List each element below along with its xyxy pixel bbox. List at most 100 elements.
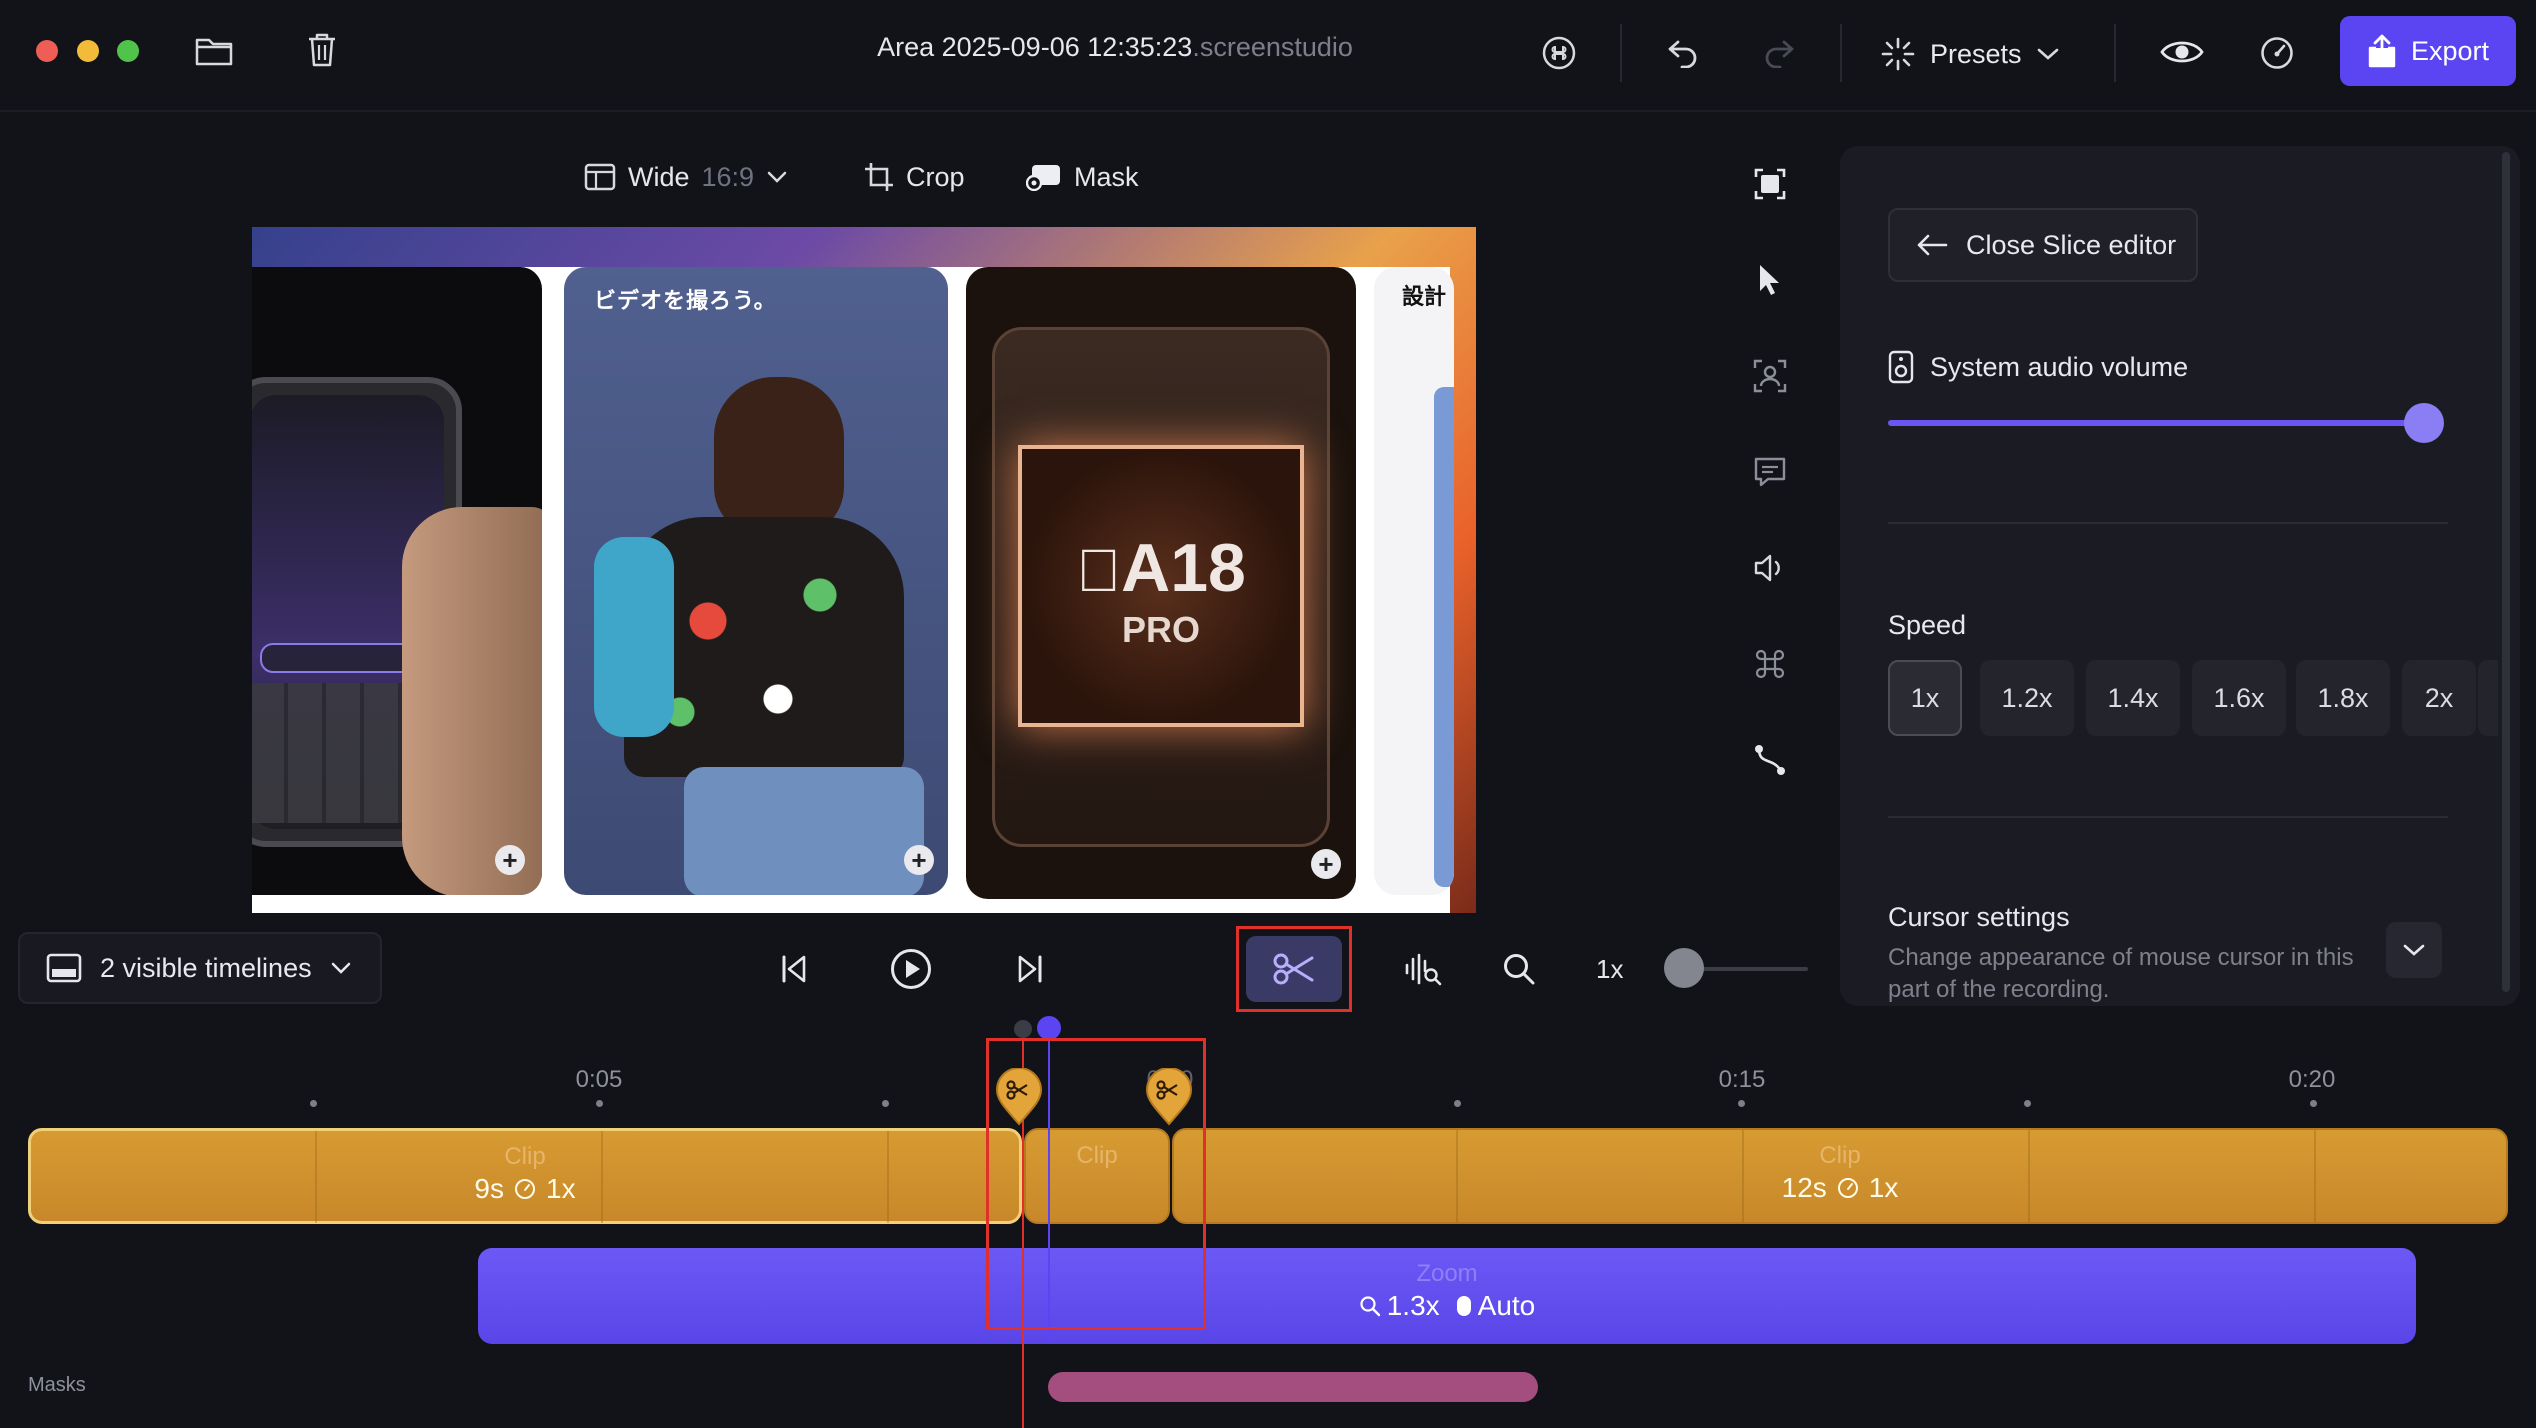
- audio-volume-track[interactable]: [1888, 420, 2424, 426]
- sparkle-icon: [1880, 36, 1916, 72]
- crop-icon: [864, 162, 894, 192]
- close-slice-label: Close Slice editor: [1966, 229, 2177, 260]
- preview-eye-icon[interactable]: [2156, 28, 2208, 76]
- chevron-down-icon: [766, 170, 788, 184]
- clip-label: Clip: [504, 1143, 546, 1170]
- export-label: Export: [2410, 35, 2490, 66]
- mask-label: Mask: [1074, 161, 1139, 192]
- mask-button[interactable]: Mask: [1026, 150, 1139, 204]
- highlight-box: [986, 1038, 1206, 1330]
- product-card-phone: +: [252, 267, 542, 895]
- redo-icon[interactable]: [1756, 30, 1802, 76]
- time-tick-label: 0:05: [575, 1066, 623, 1093]
- motion-path-icon[interactable]: [1748, 738, 1792, 782]
- cursor-settings-title: Cursor settings: [1888, 902, 2070, 932]
- audio-volume-fill: [1888, 420, 2424, 426]
- search-zoom-icon[interactable]: [1494, 944, 1544, 994]
- cursor-icon[interactable]: [1748, 258, 1792, 302]
- crop-label: Crop: [906, 161, 965, 192]
- layout-icon: [584, 163, 616, 191]
- clip-speed: 1x: [546, 1173, 576, 1204]
- clip-segment[interactable]: Clip 12s 1x: [1172, 1128, 2508, 1224]
- mask-segment[interactable]: [1048, 1372, 1538, 1402]
- tick-mark: [2024, 1100, 2031, 1107]
- highlight-box: [1236, 926, 1352, 1012]
- audio-volume-header: System audio volume: [1888, 350, 2188, 384]
- undo-icon[interactable]: [1660, 30, 1706, 76]
- zoom-mode: Auto: [1477, 1290, 1536, 1321]
- clip-segment[interactable]: Clip 9s 1x: [28, 1128, 1022, 1224]
- tick-mark: [882, 1100, 889, 1107]
- tick-mark: [2310, 1100, 2317, 1107]
- speaker-box-icon: [1888, 350, 1914, 384]
- cursor-settings-expand-button[interactable]: [2386, 922, 2442, 978]
- shortcuts-icon[interactable]: [1536, 30, 1582, 76]
- arrow-left-icon: [1916, 233, 1948, 257]
- speed-option-overflow[interactable]: [2478, 660, 2498, 736]
- zoom-segment[interactable]: Zoom 1.3x Auto: [478, 1248, 2416, 1344]
- clip-info: 9s 1x: [31, 1173, 1019, 1205]
- time-tick-label: 0:20: [2288, 1066, 2336, 1093]
- audio-volume-label: System audio volume: [1930, 351, 2189, 382]
- divider: [1840, 24, 1842, 82]
- magnifier-icon: [1359, 1295, 1381, 1317]
- divider: [1888, 522, 2448, 524]
- masks-track-label: Masks: [28, 1374, 86, 1396]
- playback-speed-value: 1x: [1596, 954, 1624, 984]
- playhead-handle[interactable]: [1037, 1016, 1061, 1040]
- close-slice-editor-button[interactable]: Close Slice editor: [1888, 208, 2198, 282]
- speaker-icon[interactable]: [1748, 546, 1792, 590]
- export-button[interactable]: Export: [2340, 16, 2516, 86]
- command-key-icon[interactable]: [1748, 642, 1792, 686]
- presets-dropdown[interactable]: Presets: [1880, 22, 2060, 86]
- card-caption: ビデオを撮ろう。: [594, 288, 777, 313]
- panel-scrollbar[interactable]: [2502, 152, 2510, 992]
- performance-gauge-icon[interactable]: [2254, 30, 2300, 76]
- clip-duration: 9s: [474, 1173, 504, 1204]
- tick-mark: [596, 1100, 603, 1107]
- speed-gauge-icon: [1837, 1177, 1859, 1199]
- clip-duration: 12s: [1781, 1172, 1827, 1203]
- speed-option-1-2x[interactable]: 1.2x: [1980, 660, 2074, 736]
- aspect-ratio-dropdown[interactable]: Wide 16:9: [584, 150, 788, 204]
- chevron-down-icon: [2036, 47, 2060, 61]
- divider: [2114, 24, 2116, 82]
- product-card-partial: 設計: [1374, 267, 1454, 895]
- video-preview[interactable]: + ビデオを撮ろう。 + A18 PRO + 設計: [252, 227, 1476, 913]
- captions-icon[interactable]: [1748, 450, 1792, 494]
- aspect-ratio-value: 16:9: [701, 161, 755, 192]
- audio-volume-slider-handle[interactable]: [2404, 403, 2444, 443]
- plus-icon[interactable]: +: [904, 845, 934, 875]
- chip-die: A18 PRO: [1018, 445, 1304, 727]
- speed-option-2x[interactable]: 2x: [2402, 660, 2476, 736]
- skip-forward-icon[interactable]: [1008, 944, 1052, 994]
- product-card-chip: A18 PRO +: [966, 267, 1356, 899]
- audio-zoom-icon[interactable]: [1398, 944, 1448, 994]
- divider: [1888, 816, 2448, 818]
- hand-image: [402, 507, 542, 895]
- card-caption: 設計: [1402, 284, 1447, 309]
- play-icon[interactable]: [886, 942, 936, 996]
- cursor-settings-description: Change appearance of mouse cursor in thi…: [1888, 944, 2354, 1003]
- background-frame-icon[interactable]: [1748, 162, 1792, 206]
- speed-option-1-6x[interactable]: 1.6x: [2192, 660, 2286, 736]
- timeline-zoom-slider-handle[interactable]: [1664, 948, 1704, 988]
- tick-mark: [1454, 1100, 1461, 1107]
- crop-button[interactable]: Crop: [864, 150, 965, 204]
- speed-option-1-4x[interactable]: 1.4x: [2086, 660, 2180, 736]
- speed-option-1-8x[interactable]: 1.8x: [2296, 660, 2390, 736]
- divider: [1620, 24, 1622, 82]
- plus-icon[interactable]: +: [1311, 849, 1341, 879]
- plus-icon[interactable]: +: [495, 845, 525, 875]
- chip-subname: PRO: [1121, 609, 1200, 650]
- person-jeans: [684, 767, 924, 895]
- camera-focus-icon[interactable]: [1748, 354, 1792, 398]
- clip-speed: 1x: [1868, 1172, 1899, 1203]
- share-upload-icon: [2367, 34, 2397, 68]
- speed-option-1x[interactable]: 1x: [1888, 660, 1962, 736]
- visible-timelines-dropdown[interactable]: 2 visible timelines: [18, 932, 382, 1004]
- skip-back-icon[interactable]: [772, 944, 816, 994]
- split-handle[interactable]: [1014, 1020, 1032, 1038]
- zoom-info: 1.3x Auto: [478, 1290, 2416, 1322]
- speed-label: Speed: [1888, 610, 1967, 640]
